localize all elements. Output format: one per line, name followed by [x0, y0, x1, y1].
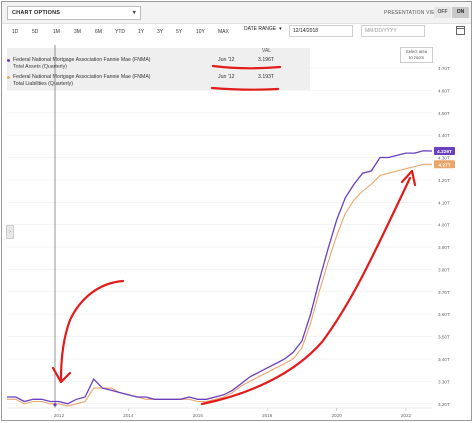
y-tick-label: 4.70T [438, 66, 450, 71]
curved-arrow-right [200, 176, 412, 406]
gridlines [7, 67, 432, 405]
y-tick-label: 4.00T [438, 223, 450, 228]
y-tick-label: 4.30T [438, 156, 450, 161]
y-tick-label: 3.80T [438, 267, 450, 272]
underline-assets-value [211, 64, 282, 70]
series-line-total-liabilities [7, 163, 432, 407]
chart-window: CHART OPTIONS ▾ PRESENTATION VIEW OFF ON… [1, 1, 472, 421]
end-label-text: 4.329T [437, 149, 452, 155]
y-tick-label: 3.20T [438, 402, 450, 407]
y-tick-label: 3.30T [438, 379, 450, 384]
y-tick-label: 3.60T [438, 312, 450, 317]
y-tick-label: 4.10T [438, 200, 450, 205]
y-tick-label: 3.90T [438, 245, 450, 250]
y-tick-label: 3.70T [438, 290, 450, 295]
x-axis: 2012 2014 2016 2018 2020 2022 [7, 407, 432, 418]
y-tick-label: 3.50T [438, 335, 450, 340]
end-label-total-liabilities: 4.27T [434, 160, 455, 169]
x-tick-label: 2016 [193, 413, 204, 418]
red-annotations [51, 64, 417, 406]
x-tick-label: 2012 [54, 413, 65, 418]
series-layer [7, 150, 433, 407]
y-axis: 4.70T 4.60T 4.50T 4.40T 4.30T 4.20T 4.10T 4.00T… [438, 66, 450, 407]
x-tick-label: 2022 [401, 413, 412, 418]
series-line-total-assets [7, 150, 433, 405]
y-tick-label: 4.40T [438, 133, 450, 138]
y-tick-label: 3.40T [438, 357, 450, 362]
curved-arrow-left [59, 279, 125, 381]
y-tick-label: 4.50T [438, 111, 450, 116]
y-tick-label: 4.20T [438, 178, 450, 183]
x-tick-label: 2014 [123, 413, 134, 418]
x-tick-label: 2018 [262, 413, 273, 418]
hover-marker [53, 403, 57, 407]
x-tick-label: 2020 [331, 413, 342, 418]
end-label-total-assets: 4.329T [434, 147, 455, 156]
end-label-text: 4.27T [438, 162, 450, 168]
y-tick-label: 4.60T [438, 88, 450, 93]
underline-liabilities-value [210, 86, 280, 91]
line-chart: 4.70T 4.60T 4.50T 4.40T 4.30T 4.20T 4.10T 4.00T… [7, 45, 455, 418]
